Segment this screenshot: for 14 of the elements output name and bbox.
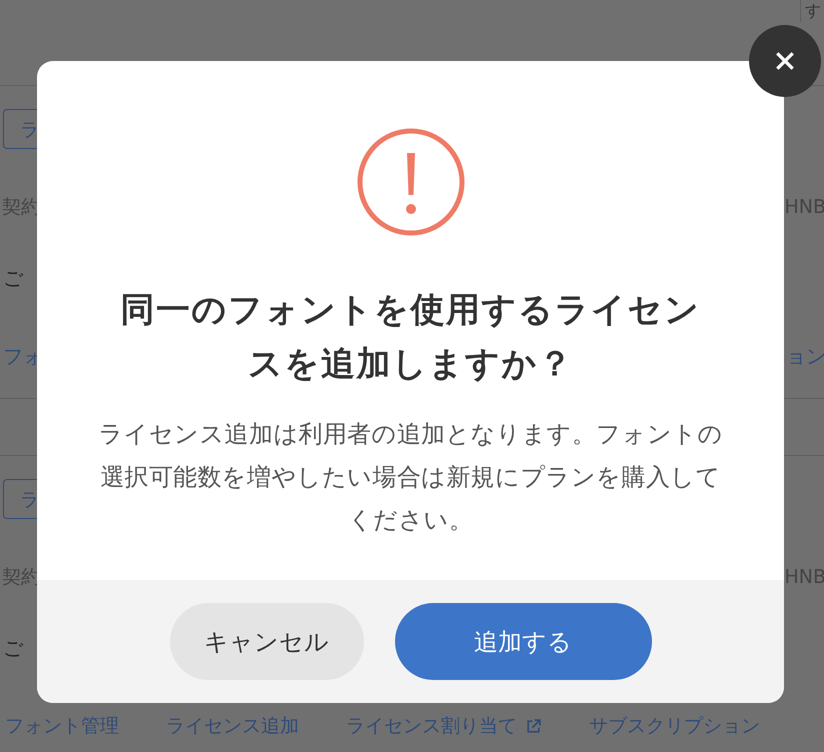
nav-link[interactable]: ライセンス追加 bbox=[166, 713, 299, 739]
nav-link[interactable]: サブスクリプション bbox=[589, 713, 760, 739]
dialog-title: 同一のフォントを使用するライセンスを追加しますか？ bbox=[120, 289, 702, 386]
tab[interactable]: す bbox=[800, 0, 824, 22]
subscription-link[interactable]: ョン bbox=[786, 342, 824, 370]
nav-link[interactable]: フォント管理 bbox=[5, 713, 119, 739]
exclamation-icon bbox=[356, 127, 466, 237]
close-icon bbox=[774, 50, 796, 72]
cancel-button[interactable]: キャンセル bbox=[170, 603, 364, 680]
add-button[interactable]: 追加する bbox=[394, 603, 652, 680]
usage-label: ご bbox=[3, 634, 23, 662]
nav-link[interactable]: ライセンス割り当て bbox=[346, 713, 517, 739]
dialog-message: ライセンス追加は利用者の追加となります。フォントの選択可能数を増やしたい場合は新規にプランを購入してください。 bbox=[97, 419, 724, 536]
usage-label: ご bbox=[3, 264, 23, 292]
